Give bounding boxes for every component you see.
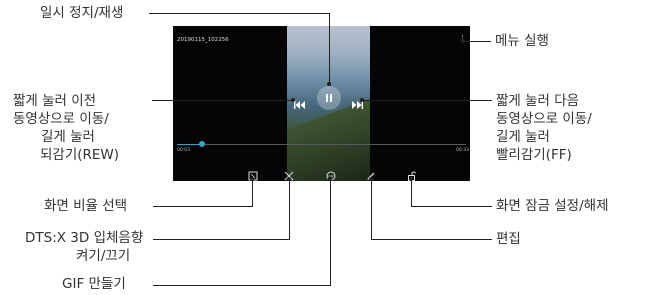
progress-bar[interactable] (177, 144, 466, 145)
video-player-screen[interactable]: 20190115_102256 ⋮ 00:03 00:33 GIF (173, 26, 470, 181)
leader-line (149, 13, 329, 14)
callout-rewind-line-4: 되감기(REW) (40, 147, 120, 163)
pause-button[interactable] (317, 86, 341, 110)
callout-aspect: 화면 비율 선택 (44, 198, 128, 214)
callout-forward-line-4: 빨리감기(FF) (496, 147, 572, 163)
callout-forward-line-2: 동영상으로 이동/ (496, 111, 592, 127)
leader-line (362, 100, 492, 101)
callout-gif: GIF 만들기 (62, 276, 126, 292)
leader-dot (250, 177, 254, 181)
pause-icon-bar (330, 94, 332, 102)
leader-dot (291, 98, 295, 102)
video-filename: 20190115_102256 (177, 37, 229, 43)
leader-line (411, 206, 492, 207)
leader-line (252, 179, 253, 207)
callout-rewind-line-2: 동영상으로 이동/ (13, 111, 109, 127)
leader-line (463, 41, 491, 42)
leader-line (411, 179, 412, 207)
leader-line (329, 13, 330, 84)
time-current: 00:03 (177, 148, 190, 153)
callout-lock: 화면 잠금 설정/해제 (496, 198, 609, 214)
leader-line (153, 239, 289, 240)
leader-line (371, 239, 492, 240)
callout-menu: 메뉴 실행 (495, 33, 549, 49)
rewind-icon[interactable] (294, 94, 306, 113)
callout-forward-line-3: 길게 눌러 (496, 129, 550, 145)
time-total: 00:33 (456, 148, 469, 153)
fast-forward-icon[interactable] (351, 94, 363, 113)
leader-dot (327, 82, 331, 86)
progress-thumb[interactable] (199, 141, 205, 147)
callout-pause-play: 일시 정지/재생 (40, 5, 124, 21)
callout-rewind-line-3: 길게 눌러 (41, 129, 95, 145)
callout-forward-line-1: 짧게 눌러 다음 (496, 93, 580, 109)
leader-line (153, 285, 331, 286)
leader-line (289, 179, 290, 240)
leader-line (153, 206, 252, 207)
callout-dts-line-2: 켜기/끄기 (76, 248, 131, 264)
leader-dot (287, 177, 291, 181)
leader-line (330, 179, 331, 286)
callout-dts-line-1: DTS:X 3D 입체음향 (25, 230, 144, 246)
callout-edit: 편집 (496, 231, 521, 247)
leader-line (371, 179, 372, 240)
callout-rewind-line-1: 짧게 눌러 이전 (13, 93, 97, 109)
leader-dot (328, 177, 332, 181)
pause-icon (326, 94, 328, 102)
leader-line (152, 100, 293, 101)
